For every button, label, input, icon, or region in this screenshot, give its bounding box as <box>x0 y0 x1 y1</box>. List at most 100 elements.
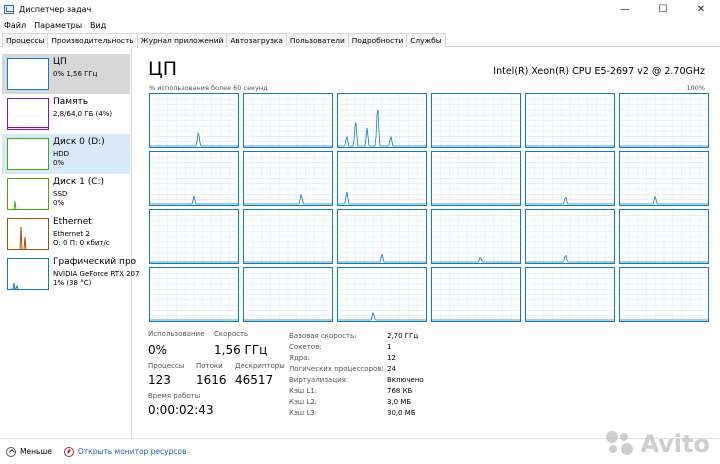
prop-value: 30,0 МБ <box>387 409 416 417</box>
prop-label: Кэш L2: <box>289 398 318 406</box>
sidebar-item-label: Диск 0 (D:) <box>53 137 105 147</box>
core-graph-plot <box>620 210 708 263</box>
tab-strip: Процессы Производительность Журнал прило… <box>0 33 720 48</box>
threads-value: 1616 <box>196 373 227 387</box>
avito-wordmark: Avito <box>640 430 710 458</box>
core-graph <box>525 209 615 264</box>
menu-options[interactable]: Параметры <box>30 21 86 30</box>
tab-startup[interactable]: Автозагрузка <box>226 33 287 47</box>
core-graph <box>431 151 521 206</box>
cpu-panel: ЦП Intel(R) Xeon(R) CPU E5-2697 v2 @ 2.7… <box>132 48 720 438</box>
prop-label: Ядра: <box>289 354 310 362</box>
menu-view[interactable]: Вид <box>86 21 110 30</box>
sidebar-item-detail: Ethernet 2 <box>53 230 90 238</box>
graph-max-label: 100% <box>686 84 705 92</box>
window-controls: — ☐ ✕ <box>606 0 720 18</box>
core-graph-plot <box>338 268 426 321</box>
core-graph <box>619 267 709 322</box>
core-graph-plot <box>432 152 520 205</box>
sidebar-item-ethernet[interactable]: Ethernet Ethernet 2 О: 0 П: 0 кбит/с <box>2 214 130 254</box>
core-graph <box>619 209 709 264</box>
maximize-button[interactable]: ☐ <box>644 0 682 18</box>
usage-value: 0% <box>148 343 168 357</box>
prop-label: Сокетов: <box>289 343 322 351</box>
core-graph <box>525 93 615 148</box>
tab-processes[interactable]: Процессы <box>2 33 49 47</box>
core-graph-plot <box>432 94 520 147</box>
core-graph <box>337 267 427 322</box>
sidebar-item-label: Графический про <box>53 257 137 267</box>
task-manager-icon <box>4 4 14 14</box>
uptime-label: Время работы <box>148 392 201 400</box>
menu-bar: Файл Параметры Вид <box>0 18 720 32</box>
close-button[interactable]: ✕ <box>682 0 720 18</box>
sidebar-item-detail: SSD <box>53 190 68 198</box>
core-graph <box>431 267 521 322</box>
prop-label: Базовая скорость: <box>289 332 357 340</box>
core-graph-plot <box>526 152 614 205</box>
tab-users[interactable]: Пользователи <box>285 33 349 47</box>
prop-label: Кэш L3: <box>289 409 318 417</box>
prop-label: Виртуализация: <box>289 376 349 384</box>
core-graph-plot <box>244 210 332 263</box>
avito-watermark: Avito <box>606 430 710 458</box>
sidebar-item-disk-1[interactable]: Диск 1 (C:) SSD 0% <box>2 174 130 214</box>
core-graph-grid[interactable] <box>149 93 709 323</box>
sidebar-item-cpu[interactable]: ЦП 0% 1,56 ГГц <box>2 54 130 94</box>
fewer-details-button[interactable]: Меньше <box>6 446 52 457</box>
threads-label: Потоки <box>196 362 223 370</box>
core-graph <box>149 151 239 206</box>
core-graph-plot <box>150 268 238 321</box>
graph-caption: % использования более 60 секунд <box>149 84 268 92</box>
core-graph <box>337 151 427 206</box>
tab-performance[interactable]: Производительность <box>47 33 138 48</box>
sidebar-item-label: ЦП <box>53 57 67 67</box>
cpu-model: Intel(R) Xeon(R) CPU E5-2697 v2 @ 2.70GH… <box>493 66 705 77</box>
core-graph <box>243 209 333 264</box>
fewer-details-label: Меньше <box>20 447 52 456</box>
core-graph <box>243 93 333 148</box>
core-graph-plot <box>150 152 238 205</box>
cpu-thumbnail <box>7 58 49 90</box>
core-graph-plot <box>244 152 332 205</box>
tab-services[interactable]: Службы <box>406 33 446 47</box>
handles-value: 46517 <box>235 373 274 387</box>
sidebar-item-gpu[interactable]: Графический про NVIDIA GeForce RTX 207 1… <box>2 254 139 294</box>
disk-0-thumbnail <box>7 138 49 170</box>
menu-file[interactable]: Файл <box>0 21 30 30</box>
core-graph-plot <box>620 152 708 205</box>
core-graph-plot <box>338 94 426 147</box>
core-graph-plot <box>150 94 238 147</box>
core-graph <box>619 151 709 206</box>
minimize-button[interactable]: — <box>606 0 644 18</box>
core-graph-plot <box>526 210 614 263</box>
resource-monitor-link[interactable]: Открыть монитор ресурсов <box>63 446 187 457</box>
tab-app-history[interactable]: Журнал приложений <box>136 33 228 47</box>
core-graph-plot <box>432 268 520 321</box>
core-graph-plot <box>150 210 238 263</box>
sidebar-item-memory[interactable]: Память 2,8/64,0 ГБ (4%) <box>2 94 130 134</box>
memory-thumbnail <box>7 98 49 130</box>
speed-value: 1,56 ГГц <box>214 343 268 357</box>
core-graph <box>149 209 239 264</box>
uptime-value: 0:00:02:43 <box>148 403 214 417</box>
prop-value: 24 <box>387 365 396 373</box>
panel-title: ЦП <box>148 58 178 80</box>
sidebar-item-value: 0% <box>53 159 65 167</box>
gpu-thumbnail <box>7 258 49 290</box>
core-graph <box>243 151 333 206</box>
tab-details[interactable]: Подробности <box>347 33 408 47</box>
core-graph-plot <box>338 152 426 205</box>
sidebar-item-disk-0[interactable]: Диск 0 (D:) HDD 0% <box>2 134 130 174</box>
prop-value: 12 <box>387 354 396 362</box>
core-graph-plot <box>432 210 520 263</box>
core-graph <box>337 209 427 264</box>
sidebar-item-value: О: 0 П: 0 кбит/с <box>53 239 110 247</box>
sidebar-item-detail: 0% 1,56 ГГц <box>53 70 98 78</box>
sidebar-item-label: Диск 1 (C:) <box>53 177 105 187</box>
handles-label: Дескрипторы <box>235 362 285 370</box>
core-graph <box>619 93 709 148</box>
sidebar-item-detail: 2,8/64,0 ГБ (4%) <box>53 110 113 118</box>
core-graph-plot <box>244 268 332 321</box>
chevron-up-icon <box>6 446 16 457</box>
